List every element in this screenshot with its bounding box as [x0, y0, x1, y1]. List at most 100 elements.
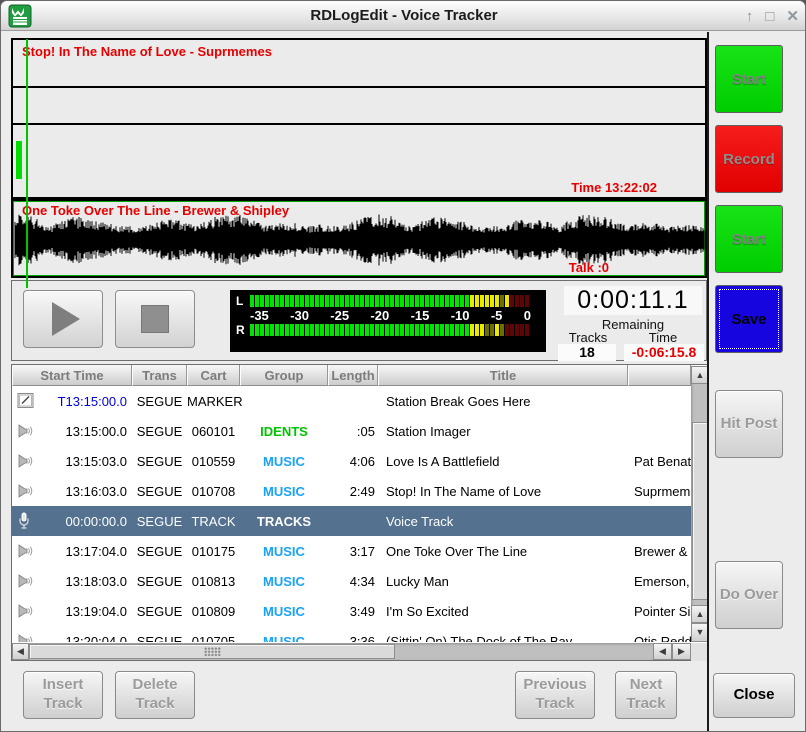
close-window-button[interactable]: ✕: [786, 9, 799, 24]
log-deck-panel[interactable]: Stop! In The Name of Love - Suprmemes Ti…: [11, 38, 707, 199]
vu-segment: [360, 324, 364, 336]
vu-segment: [290, 295, 294, 307]
vu-segment: [380, 295, 384, 307]
start-record-deck-button[interactable]: Start: [715, 45, 783, 113]
hit-post-button[interactable]: Hit Post: [715, 390, 783, 458]
log-row[interactable]: 00:00:00.0SEGUETRACKTRACKSVoice Track: [12, 506, 691, 536]
next-track-button[interactable]: Next Track: [615, 671, 677, 719]
log-row[interactable]: 13:15:00.0SEGUE060101IDENTS:05Station Im…: [12, 416, 691, 446]
cell-cart: 010559: [187, 454, 240, 469]
track-deck-panel[interactable]: One Toke Over The Line - Brewer & Shiple…: [11, 199, 707, 278]
log-row[interactable]: 13:18:03.0SEGUE010813MUSIC4:34Lucky ManE…: [12, 566, 691, 596]
log-row[interactable]: 13:15:03.0SEGUE010559MUSIC4:06Love Is A …: [12, 446, 691, 476]
vu-segment: [455, 295, 459, 307]
vu-scale-label: -35: [250, 309, 269, 322]
cell-start-time: 13:19:04.0: [66, 604, 132, 619]
stop-button[interactable]: [115, 290, 195, 348]
scroll-left-button[interactable]: ◀: [12, 643, 29, 660]
header-cell-cart[interactable]: Cart: [187, 365, 240, 386]
track-start-marker[interactable]: [16, 141, 22, 179]
vu-segment: [415, 295, 419, 307]
vu-segment: [485, 324, 489, 336]
cell-start-time: 00:00:00.0: [66, 514, 132, 529]
vu-segment: [335, 295, 339, 307]
close-button[interactable]: Close: [713, 673, 795, 718]
log-row[interactable]: T13:15:00.0SEGUEMARKERStation Break Goes…: [12, 386, 691, 416]
vu-segment: [250, 324, 254, 336]
vscroll-thumb[interactable]: [692, 422, 708, 600]
play-icon: [52, 302, 80, 336]
stop-icon: [141, 305, 169, 333]
vu-segment: [475, 324, 479, 336]
vu-segment: [495, 295, 499, 307]
cell-start-time: T13:15:00.0: [58, 394, 132, 409]
voice-tracker-window: RDLogEdit - Voice Tracker ↑ □ ✕ Stop! In…: [0, 0, 806, 732]
vu-segment: [460, 324, 464, 336]
save-button[interactable]: Save: [715, 285, 783, 353]
header-cell-length[interactable]: Length: [328, 365, 378, 386]
vu-segment: [310, 324, 314, 336]
hscroll-thumb[interactable]: [29, 644, 395, 659]
vu-segment: [335, 324, 339, 336]
rivendell-log-icon: [8, 4, 32, 28]
vu-segment: [395, 324, 399, 336]
vu-segment: [285, 324, 289, 336]
log-row[interactable]: 13:20:04.0SEGUE010705MUSIC3:36(Sittin' O…: [12, 626, 691, 642]
scroll-left-button-2[interactable]: ◀: [653, 643, 672, 660]
cell-cart: 010708: [187, 484, 240, 499]
log-row[interactable]: 13:16:03.0SEGUE010708MUSIC2:49Stop! In T…: [12, 476, 691, 506]
start-play-deck-button[interactable]: Start: [715, 205, 783, 273]
cell-cart: 060101: [187, 424, 240, 439]
cell-group: MUSIC: [240, 574, 328, 589]
vu-segment: [490, 324, 494, 336]
vu-segment: [455, 324, 459, 336]
vu-segment: [405, 295, 409, 307]
cell-start-time: 13:20:04.0: [66, 634, 132, 643]
header-cell-trans[interactable]: Trans: [132, 365, 187, 386]
cell-length: 3:49: [328, 604, 378, 619]
cell-title: (Sittin' On) The Dock of The Bay: [378, 634, 628, 643]
vu-segment: [350, 295, 354, 307]
vu-segment: [440, 295, 444, 307]
delete-track-button[interactable]: Delete Track: [115, 671, 195, 719]
log-row[interactable]: 13:19:04.0SEGUE010809MUSIC3:49I'm So Exc…: [12, 596, 691, 626]
vu-segment: [480, 324, 484, 336]
header-cell-start-time[interactable]: Start Time: [12, 365, 132, 386]
cell-length: 3:17: [328, 544, 378, 559]
insert-track-button[interactable]: Insert Track: [23, 671, 103, 719]
play-button[interactable]: [23, 290, 103, 348]
vu-segment: [270, 324, 274, 336]
cell-start-time: 13:17:04.0: [66, 544, 132, 559]
vu-segment: [445, 324, 449, 336]
vu-segment: [360, 295, 364, 307]
vu-segment: [275, 324, 279, 336]
vu-segment: [450, 295, 454, 307]
vu-segment: [420, 324, 424, 336]
record-button[interactable]: Record: [715, 125, 783, 193]
cell-start-time: 13:15:00.0: [66, 424, 132, 439]
vu-segment: [390, 324, 394, 336]
titlebar[interactable]: RDLogEdit - Voice Tracker ↑ □ ✕: [1, 1, 806, 31]
maximize-window-button[interactable]: □: [765, 9, 774, 24]
header-cell-group[interactable]: Group: [240, 365, 328, 386]
vu-segment: [400, 324, 404, 336]
do-over-button[interactable]: Do Over: [715, 561, 783, 629]
shade-window-button[interactable]: ↑: [746, 9, 754, 24]
header-cell-artist[interactable]: [628, 365, 691, 386]
scroll-right-button[interactable]: ▶: [672, 643, 691, 660]
vu-segment: [410, 324, 414, 336]
header-cell-title[interactable]: Title: [378, 365, 628, 386]
vu-segment: [510, 324, 514, 336]
cell-trans: SEGUE: [132, 544, 187, 559]
vu-segment: [325, 324, 329, 336]
microphone-icon: [17, 512, 37, 530]
previous-track-button[interactable]: Previous Track: [515, 671, 595, 719]
log-row[interactable]: 13:17:04.0SEGUE010175MUSIC3:17One Toke O…: [12, 536, 691, 566]
cell-cart: MARKER: [187, 394, 240, 409]
vu-segment: [385, 295, 389, 307]
cell-trans: SEGUE: [132, 394, 187, 409]
time-remaining-value: -0:06:15.8: [624, 344, 704, 361]
vu-segment: [525, 295, 529, 307]
cell-title: Station Imager: [378, 424, 628, 439]
cell-trans: SEGUE: [132, 604, 187, 619]
